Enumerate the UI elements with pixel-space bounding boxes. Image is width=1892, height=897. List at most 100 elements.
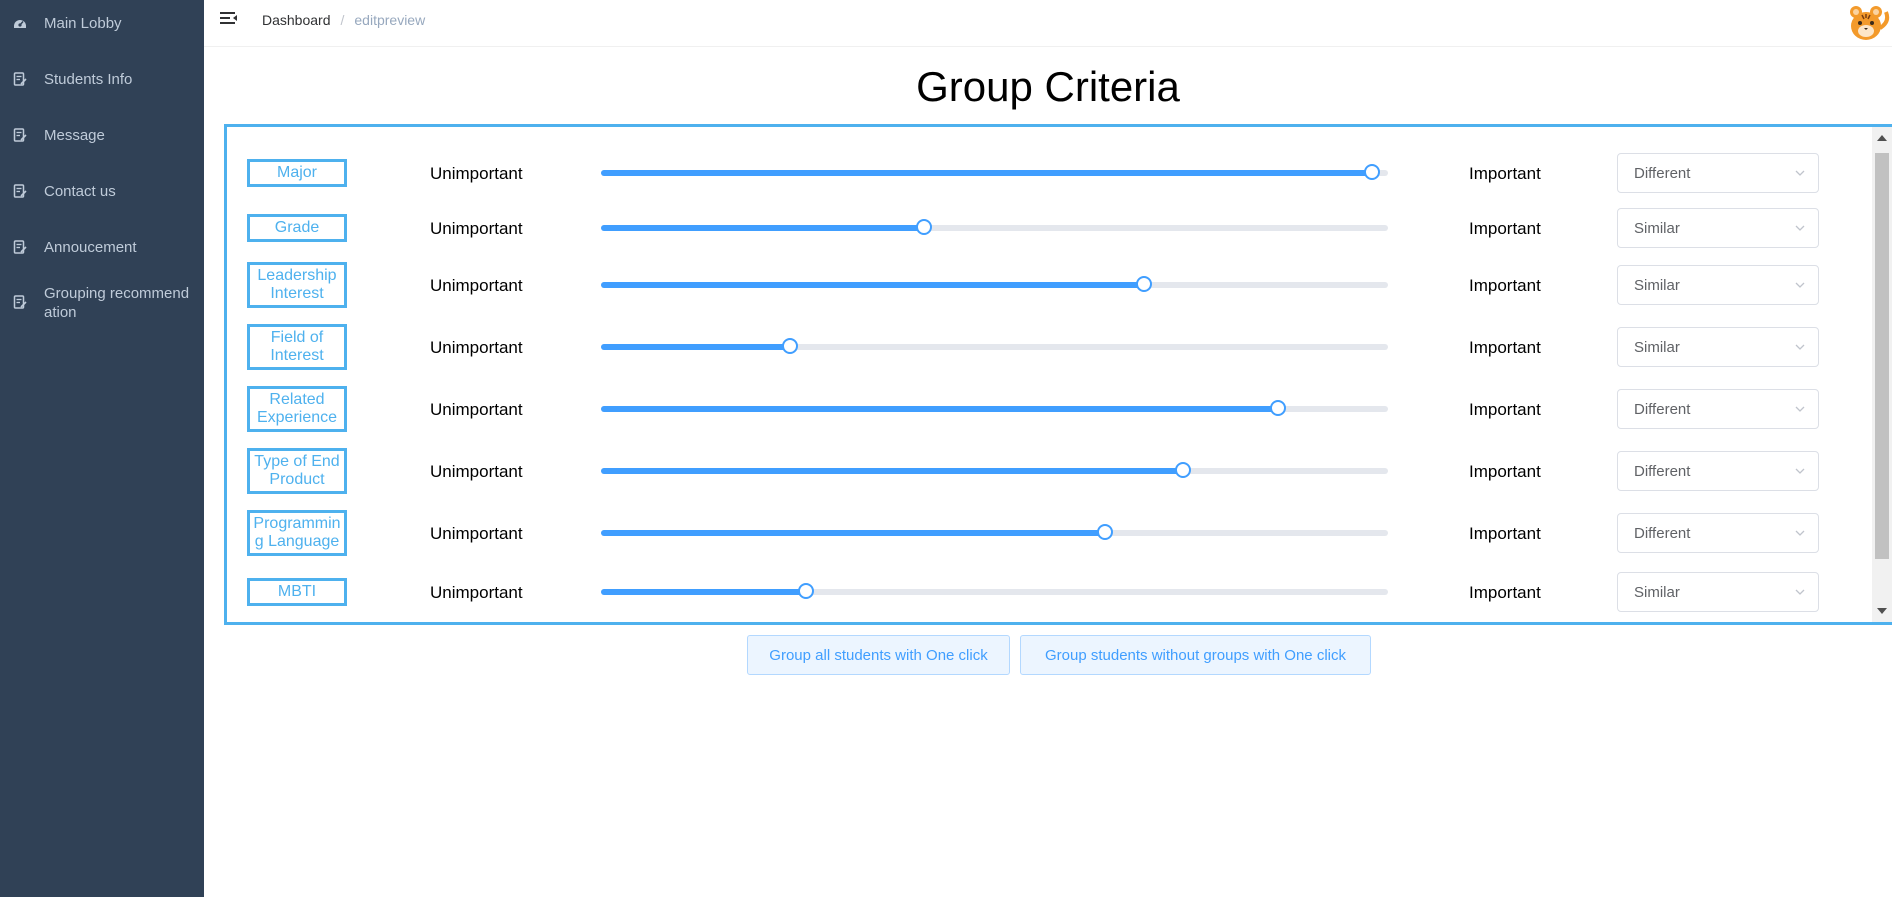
slider-handle[interactable]	[1364, 164, 1381, 180]
criteria-label: Related Experience	[247, 386, 347, 432]
slider-handle[interactable]	[797, 583, 814, 599]
important-label: Important	[1469, 583, 1541, 602]
unimportant-label: Unimportant	[430, 462, 523, 481]
unimportant-label: Unimportant	[430, 338, 523, 357]
document-edit-icon	[13, 184, 27, 198]
similarity-select[interactable]: Similar	[1617, 265, 1819, 305]
avatar[interactable]	[1844, 0, 1892, 42]
criteria-row-leadership-interest: Leadership Interest Unimportant Importan…	[227, 262, 1872, 308]
select-value: Different	[1634, 165, 1691, 182]
chevron-down-icon	[1795, 344, 1805, 350]
slider-handle[interactable]	[1136, 276, 1153, 292]
unimportant-label: Unimportant	[430, 524, 523, 543]
scroll-up-arrow-icon[interactable]	[1877, 135, 1887, 141]
criteria-label: MBTI	[247, 578, 347, 606]
sidebar-item-grouping-recommendation[interactable]: Grouping recommendation	[0, 284, 204, 324]
hamburger-icon[interactable]	[220, 11, 238, 27]
importance-slider[interactable]	[601, 462, 1388, 478]
scrollbar[interactable]	[1872, 127, 1892, 622]
group-without-groups-button[interactable]: Group students without groups with One c…	[1020, 635, 1371, 675]
sidebar: Main Lobby Students Info Message Contact…	[0, 0, 204, 897]
select-value: Similar	[1634, 584, 1680, 601]
sidebar-item-label: Students Info	[44, 71, 133, 88]
criteria-label: Grade	[247, 214, 347, 242]
sidebar-item-announcement[interactable]: Annoucement	[0, 238, 204, 258]
importance-slider[interactable]	[601, 338, 1388, 354]
important-label: Important	[1469, 276, 1541, 295]
criteria-row-type-of-end-product: Type of End Product Unimportant Importan…	[227, 448, 1872, 494]
breadcrumb: Dashboard / editpreview	[262, 12, 425, 28]
sidebar-item-label: Contact us	[44, 183, 116, 200]
unimportant-label: Unimportant	[430, 583, 523, 602]
document-edit-icon	[13, 295, 27, 309]
select-value: Different	[1634, 401, 1691, 418]
chevron-down-icon	[1795, 170, 1805, 176]
sidebar-item-label: Annoucement	[44, 239, 137, 256]
similarity-select[interactable]: Similar	[1617, 572, 1819, 612]
chevron-down-icon	[1795, 282, 1805, 288]
group-all-button[interactable]: Group all students with One click	[747, 635, 1010, 675]
sidebar-item-label: Grouping recommendation	[44, 285, 190, 321]
dashboard-icon	[14, 20, 26, 28]
importance-slider[interactable]	[601, 583, 1388, 599]
select-value: Different	[1634, 525, 1691, 542]
importance-slider[interactable]	[601, 164, 1388, 180]
select-value: Similar	[1634, 220, 1680, 237]
similarity-select[interactable]: Different	[1617, 153, 1819, 193]
criteria-row-programming-language: Programming Language Unimportant Importa…	[227, 510, 1872, 556]
chevron-down-icon	[1795, 589, 1805, 595]
criteria-label: Major	[247, 159, 347, 187]
important-label: Important	[1469, 164, 1541, 183]
importance-slider[interactable]	[601, 276, 1388, 292]
important-label: Important	[1469, 338, 1541, 357]
page-title: Group Criteria	[916, 63, 1180, 110]
chevron-down-icon	[1795, 225, 1805, 231]
document-edit-icon	[13, 240, 27, 254]
chevron-down-icon	[1795, 468, 1805, 474]
slider-fill	[601, 344, 790, 350]
select-value: Similar	[1634, 339, 1680, 356]
document-edit-icon	[13, 128, 27, 142]
criteria-row-mbti: MBTI Unimportant Important Similar	[227, 572, 1872, 612]
slider-handle[interactable]	[915, 219, 932, 235]
scrollbar-thumb[interactable]	[1875, 153, 1889, 559]
sidebar-item-students-info[interactable]: Students Info	[0, 70, 204, 90]
slider-fill	[601, 170, 1373, 176]
breadcrumb-dashboard[interactable]: Dashboard	[262, 12, 331, 28]
sidebar-item-contact-us[interactable]: Contact us	[0, 182, 204, 202]
sidebar-item-label: Main Lobby	[44, 15, 122, 32]
importance-slider[interactable]	[601, 219, 1388, 235]
slider-handle[interactable]	[1175, 462, 1192, 478]
slider-fill	[601, 468, 1184, 474]
importance-slider[interactable]	[601, 524, 1388, 540]
similarity-select[interactable]: Different	[1617, 389, 1819, 429]
importance-slider[interactable]	[601, 400, 1388, 416]
criteria-row-grade: Grade Unimportant Important Similar	[227, 208, 1872, 248]
top-navbar: Dashboard / editpreview	[204, 0, 1892, 47]
criteria-label: Programming Language	[247, 510, 347, 556]
sidebar-item-message[interactable]: Message	[0, 126, 204, 146]
scroll-down-arrow-icon[interactable]	[1877, 608, 1887, 614]
slider-handle[interactable]	[1269, 400, 1286, 416]
criteria-row-related-experience: Related Experience Unimportant Important…	[227, 386, 1872, 432]
criteria-label: Type of End Product	[247, 448, 347, 494]
unimportant-label: Unimportant	[430, 164, 523, 183]
breadcrumb-current: editpreview	[354, 12, 426, 28]
important-label: Important	[1469, 462, 1541, 481]
similarity-select[interactable]: Different	[1617, 513, 1819, 553]
sidebar-item-label: Message	[44, 127, 105, 144]
criteria-row-field-of-interest: Field of Interest Unimportant Important …	[227, 324, 1872, 370]
similarity-select[interactable]: Different	[1617, 451, 1819, 491]
sidebar-item-main-lobby[interactable]: Main Lobby	[0, 14, 204, 34]
slider-fill	[601, 282, 1145, 288]
similarity-select[interactable]: Similar	[1617, 208, 1819, 248]
slider-fill	[601, 530, 1105, 536]
slider-handle[interactable]	[781, 338, 798, 354]
criteria-row-major: Major Unimportant Important Different	[227, 153, 1872, 193]
important-label: Important	[1469, 524, 1541, 543]
slider-fill	[601, 589, 806, 595]
similarity-select[interactable]: Similar	[1617, 327, 1819, 367]
chevron-down-icon	[1795, 530, 1805, 536]
slider-handle[interactable]	[1096, 524, 1113, 540]
unimportant-label: Unimportant	[430, 219, 523, 238]
